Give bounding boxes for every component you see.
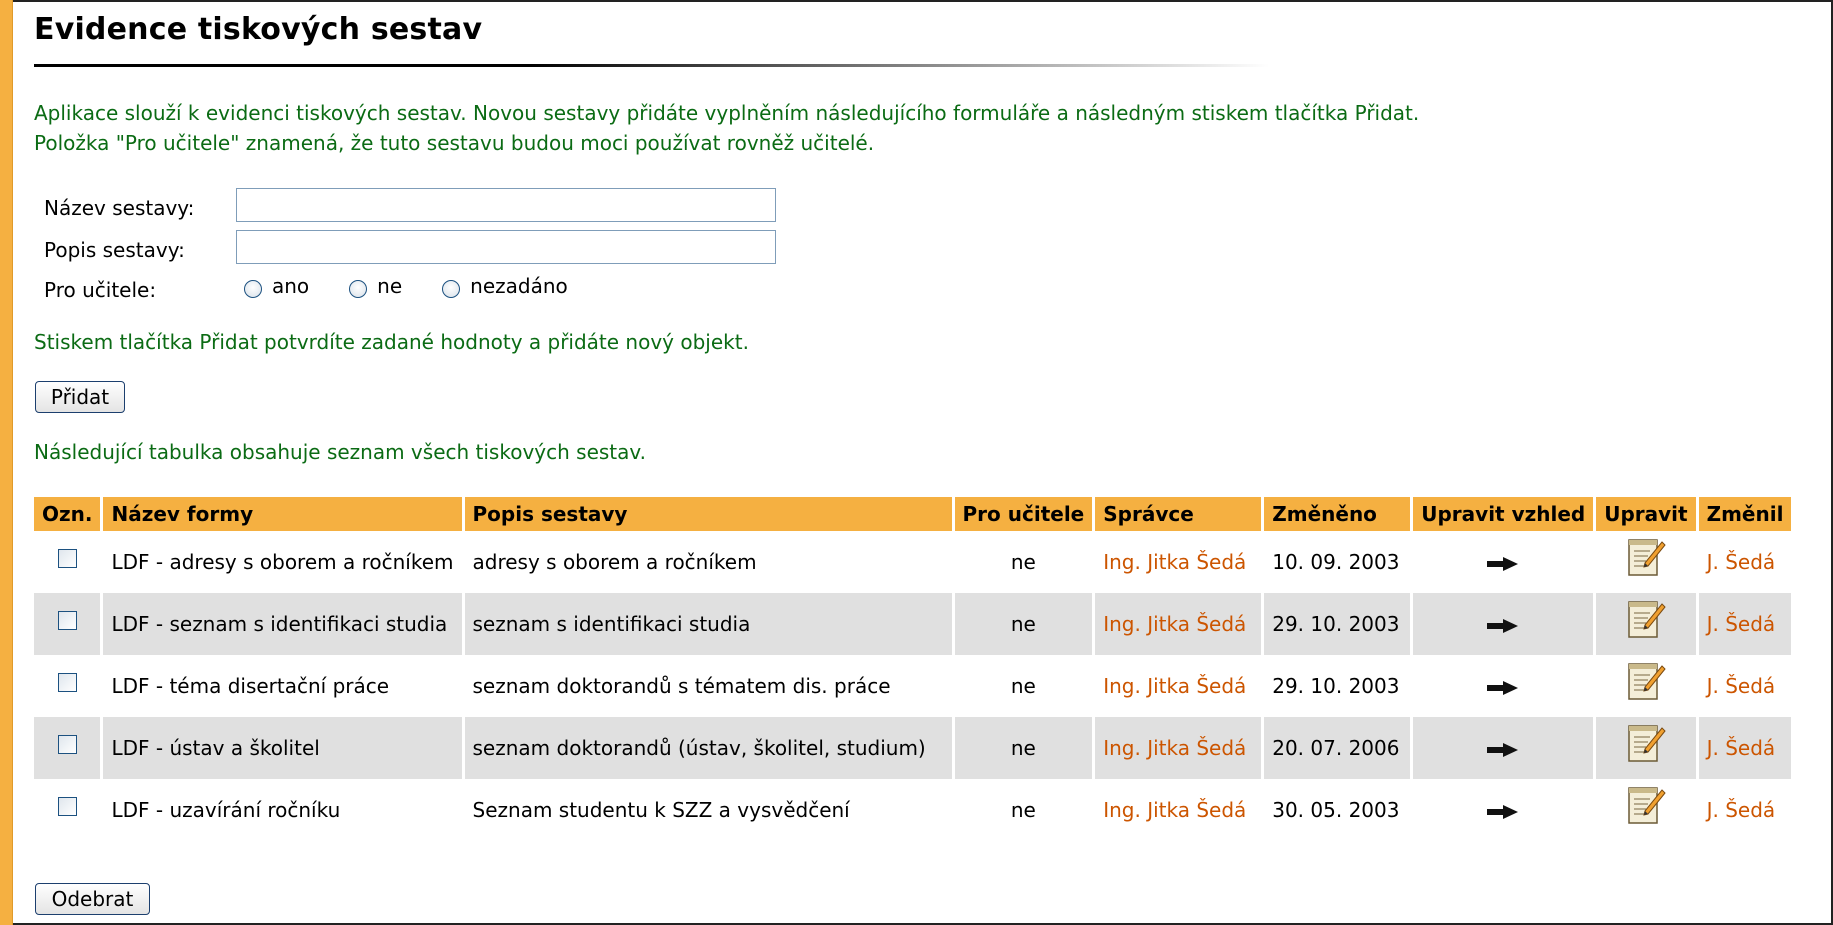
row-checkbox[interactable] bbox=[57, 549, 77, 568]
page-title: Evidence tiskových sestav bbox=[34, 12, 483, 47]
cell-name: LDF - adresy s oborem a ročníkem bbox=[111, 550, 454, 574]
header-ozn[interactable]: Ozn. bbox=[34, 497, 101, 531]
cell-name: LDF - seznam s identifikaci studia bbox=[103, 593, 462, 655]
admin-link[interactable]: Ing. Jitka Šedá bbox=[1095, 717, 1262, 779]
changed-by-link[interactable]: J. Šedá bbox=[1699, 655, 1792, 717]
teacher-label: Pro učitele: bbox=[44, 278, 157, 302]
header-pro-ucitele[interactable]: Pro učitele bbox=[954, 497, 1093, 531]
admin-link[interactable]: Ing. Jitka Šedá bbox=[1095, 531, 1261, 593]
cell-changed: 29. 10. 2003 bbox=[1272, 674, 1400, 698]
header-popis-sestavy[interactable]: Popis sestavy bbox=[464, 497, 952, 531]
table-row: LDF - uzavírání ročníku Seznam studentu … bbox=[34, 779, 1791, 841]
arrow-right-icon[interactable] bbox=[1487, 618, 1519, 633]
cell-desc: adresy s oborem a ročníkem bbox=[472, 550, 757, 574]
cell-name: LDF - ústav a školitel bbox=[103, 717, 462, 779]
cell-layout bbox=[1413, 531, 1593, 593]
radio-label-ne: ne bbox=[377, 274, 403, 298]
header-nazev-formy[interactable]: Název formy bbox=[103, 497, 462, 531]
cell-teacher: ne bbox=[1010, 674, 1036, 698]
radio-ne[interactable] bbox=[349, 280, 368, 298]
edit-document-icon[interactable] bbox=[1626, 536, 1666, 583]
table-row: LDF - seznam s identifikaci studia sezna… bbox=[34, 593, 1792, 655]
radio-option-nezadano[interactable]: nezadáno bbox=[442, 274, 568, 298]
left-accent-bar bbox=[0, 0, 13, 925]
row-checkbox[interactable] bbox=[57, 797, 77, 816]
radio-label-ano: ano bbox=[272, 274, 310, 298]
cell-desc: seznam s identifikaci studia bbox=[464, 593, 952, 655]
cell-changed: 20. 07. 2006 bbox=[1264, 717, 1411, 779]
cell-layout bbox=[1413, 655, 1593, 717]
table-header-row: Ozn. Název formy Popis sestavy Pro učite… bbox=[34, 497, 1792, 531]
cell-ozn bbox=[34, 531, 100, 593]
confirm-text: Stiskem tlačítka Přidat potvrdíte zadané… bbox=[34, 330, 749, 354]
arrow-right-icon[interactable] bbox=[1487, 680, 1519, 695]
changed-by-link[interactable]: J. Šedá bbox=[1698, 717, 1792, 779]
edit-document-icon[interactable] bbox=[1626, 722, 1666, 769]
name-label: Název sestavy: bbox=[44, 196, 195, 220]
cell-ozn bbox=[34, 655, 100, 717]
table-row: LDF - ústav a školitel seznam doktorandů… bbox=[34, 717, 1792, 779]
cell-edit bbox=[1596, 779, 1695, 841]
cell-teacher: ne bbox=[954, 717, 1093, 779]
radio-option-ano[interactable]: ano bbox=[244, 274, 309, 298]
cell-changed: 30. 05. 2003 bbox=[1272, 798, 1400, 822]
cell-layout bbox=[1413, 779, 1593, 841]
radio-label-nezadano: nezadáno bbox=[470, 274, 568, 298]
cell-ozn bbox=[34, 593, 101, 655]
add-button[interactable]: Přidat bbox=[35, 381, 125, 413]
edit-document-icon[interactable] bbox=[1626, 784, 1666, 831]
changed-by-link[interactable]: J. Šedá bbox=[1699, 779, 1792, 841]
edit-document-icon[interactable] bbox=[1626, 598, 1666, 645]
row-checkbox[interactable] bbox=[57, 735, 77, 754]
title-underline bbox=[34, 64, 1269, 67]
header-spravce[interactable]: Správce bbox=[1095, 497, 1262, 531]
changed-by-link[interactable]: J. Šedá bbox=[1699, 531, 1792, 593]
cell-layout bbox=[1413, 593, 1594, 655]
header-zmenil[interactable]: Změnil bbox=[1698, 497, 1792, 531]
table-row: LDF - adresy s oborem a ročníkem adresy … bbox=[34, 531, 1791, 593]
table-description: Následující tabulka obsahuje seznam všec… bbox=[34, 440, 647, 464]
cell-edit bbox=[1596, 593, 1696, 655]
admin-link[interactable]: Ing. Jitka Šedá bbox=[1095, 779, 1261, 841]
cell-teacher: ne bbox=[1010, 798, 1036, 822]
radio-ano[interactable] bbox=[244, 280, 262, 298]
remove-button[interactable]: Odebrat bbox=[35, 883, 150, 915]
cell-desc: Seznam studentu k SZZ a vysvědčení bbox=[472, 798, 850, 822]
cell-edit bbox=[1596, 531, 1695, 593]
cell-teacher: ne bbox=[954, 593, 1093, 655]
cell-desc: seznam doktorandů (ústav, školitel, stud… bbox=[464, 717, 952, 779]
admin-link[interactable]: Ing. Jitka Šedá bbox=[1095, 593, 1262, 655]
desc-input[interactable] bbox=[236, 230, 776, 264]
cell-layout bbox=[1413, 717, 1594, 779]
table-row: LDF - téma disertační práce seznam dokto… bbox=[34, 655, 1791, 717]
arrow-right-icon[interactable] bbox=[1487, 556, 1519, 571]
intro-text: Aplikace slouží k evidenci tiskových ses… bbox=[34, 101, 1420, 155]
row-checkbox[interactable] bbox=[57, 611, 77, 630]
row-checkbox[interactable] bbox=[57, 673, 77, 692]
arrow-right-icon[interactable] bbox=[1487, 804, 1519, 819]
cell-edit bbox=[1596, 717, 1696, 779]
cell-teacher: ne bbox=[1010, 550, 1036, 574]
cell-desc: seznam doktorandů s tématem dis. práce bbox=[472, 674, 891, 698]
cell-ozn bbox=[34, 779, 100, 841]
admin-link[interactable]: Ing. Jitka Šedá bbox=[1095, 655, 1261, 717]
header-zmeneno[interactable]: Změněno bbox=[1264, 497, 1411, 531]
reports-table: Ozn. Název formy Popis sestavy Pro učite… bbox=[31, 497, 1794, 841]
edit-document-icon[interactable] bbox=[1626, 660, 1666, 707]
cell-edit bbox=[1596, 655, 1695, 717]
name-input[interactable] bbox=[236, 188, 776, 222]
header-upravit-vzhled: Upravit vzhled bbox=[1413, 497, 1594, 531]
teacher-radio-group: ano ne nezadáno bbox=[244, 274, 608, 298]
changed-by-link[interactable]: J. Šedá bbox=[1698, 593, 1792, 655]
cell-name: LDF - uzavírání ročníku bbox=[111, 798, 341, 822]
cell-changed: 10. 09. 2003 bbox=[1272, 550, 1400, 574]
radio-option-ne[interactable]: ne bbox=[349, 274, 402, 298]
cell-name: LDF - téma disertační práce bbox=[111, 674, 390, 698]
arrow-right-icon[interactable] bbox=[1487, 742, 1519, 757]
header-upravit: Upravit bbox=[1596, 497, 1696, 531]
cell-ozn bbox=[34, 717, 101, 779]
radio-nezadano[interactable] bbox=[442, 280, 461, 298]
cell-changed: 29. 10. 2003 bbox=[1264, 593, 1411, 655]
desc-label: Popis sestavy: bbox=[44, 238, 185, 262]
